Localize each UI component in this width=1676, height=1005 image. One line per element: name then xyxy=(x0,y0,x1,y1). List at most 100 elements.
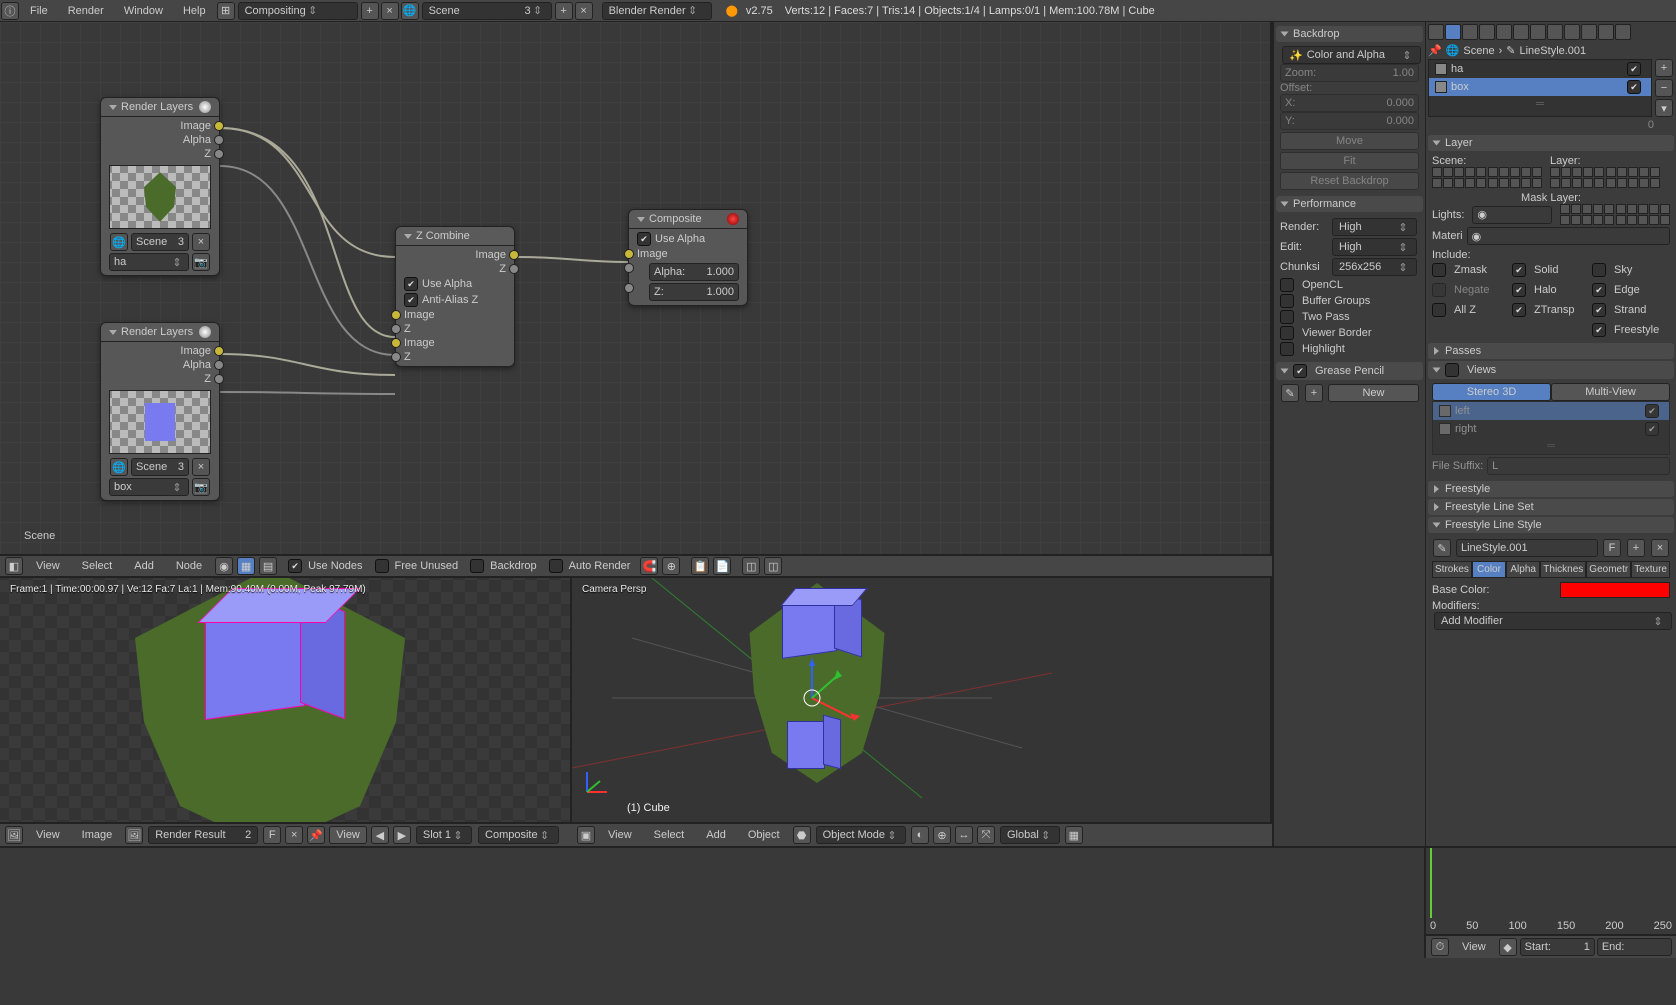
node-z-combine[interactable]: Z Combine Image Z Use Alpha Anti-Alias Z… xyxy=(395,226,515,367)
snap-target-icon[interactable]: ⊕ xyxy=(662,557,680,575)
scene-icon[interactable]: 🌐 xyxy=(401,2,419,20)
manipulator-icon[interactable] xyxy=(782,658,882,738)
socket-out[interactable] xyxy=(214,121,224,131)
paste-icon[interactable]: 📄 xyxy=(713,557,731,575)
passes-panel-header[interactable]: Passes xyxy=(1428,343,1674,359)
use-nodes-checkbox[interactable] xyxy=(288,559,302,573)
views-list[interactable]: left right ═ xyxy=(1432,401,1670,455)
view-enable-checkbox[interactable] xyxy=(1645,422,1659,436)
list-remove-icon[interactable]: − xyxy=(1655,79,1673,97)
view-enable-checkbox[interactable] xyxy=(1645,404,1659,418)
scene-del-icon[interactable]: × xyxy=(575,2,593,20)
manipulator-toggle-icon[interactable]: ↔ xyxy=(955,826,973,844)
tab-physics-icon[interactable] xyxy=(1615,24,1631,40)
scene-browse-icon[interactable]: 🌐 xyxy=(110,233,128,251)
playhead[interactable] xyxy=(1430,848,1432,918)
mode-icon[interactable]: ⬣ xyxy=(793,826,811,844)
node-editor[interactable]: Render Layers Image Alpha Z 🌐Scene3× ha⇕… xyxy=(0,22,1272,554)
freestyle-lineset-header[interactable]: Freestyle Line Set xyxy=(1428,499,1674,515)
allz-checkbox[interactable] xyxy=(1432,303,1446,317)
viewer-border-checkbox[interactable] xyxy=(1280,326,1294,340)
tab-color[interactable]: Color xyxy=(1472,561,1506,578)
tree-type-shader-icon[interactable]: ◉ xyxy=(215,557,233,575)
layer-field[interactable]: ha⇕ xyxy=(109,253,189,271)
sky-checkbox[interactable] xyxy=(1592,263,1606,277)
tab-data-icon[interactable] xyxy=(1547,24,1563,40)
next-icon[interactable]: ▶ xyxy=(393,826,411,844)
stereo-button[interactable]: Stereo 3D xyxy=(1432,383,1551,401)
menu-view[interactable]: View xyxy=(26,829,70,841)
gp-new-button[interactable]: New xyxy=(1328,384,1419,402)
image-editor[interactable]: Frame:1 | Time:00:00.97 | Ve:12 Fa:7 La:… xyxy=(0,578,572,822)
list-item[interactable]: left xyxy=(1433,402,1669,420)
views-mode-toggle[interactable]: Stereo 3DMulti-View xyxy=(1432,383,1670,401)
highlight-checkbox[interactable] xyxy=(1280,342,1294,356)
ztransp-checkbox[interactable] xyxy=(1512,303,1526,317)
menu-select[interactable]: Select xyxy=(72,560,123,572)
image-browse-icon[interactable]: 🖼 xyxy=(125,826,143,844)
unlink-icon[interactable]: × xyxy=(1651,539,1669,557)
marker-icon[interactable]: ◆ xyxy=(1499,938,1517,956)
offset-y-field[interactable]: Y:0.000 xyxy=(1280,112,1419,130)
socket-in[interactable] xyxy=(624,283,634,293)
pin-icon[interactable]: 📌 xyxy=(1428,44,1442,57)
list-grip[interactable]: ═ xyxy=(1429,96,1651,112)
list-grip[interactable]: ═ xyxy=(1433,438,1669,454)
info-icon[interactable]: ⓘ xyxy=(1,2,19,20)
list-item[interactable]: box xyxy=(1429,78,1651,96)
fake-user-button[interactable]: F xyxy=(263,826,281,844)
node-composite[interactable]: Composite Use Alpha Image Alpha:1.000 Z:… xyxy=(628,209,748,306)
tab-render-icon[interactable] xyxy=(1428,24,1444,40)
node-render-layers-2[interactable]: Render Layers Image Alpha Z 🌐Scene3× box… xyxy=(100,322,220,501)
layout-icon[interactable]: ⊞ xyxy=(217,2,235,20)
layer-field[interactable]: box⇕ xyxy=(109,478,189,496)
socket-out[interactable] xyxy=(214,374,224,384)
editor-type-icon[interactable]: ⏱ xyxy=(1431,938,1449,956)
scene-add-icon[interactable]: + xyxy=(555,2,573,20)
checkbox[interactable] xyxy=(404,293,418,307)
move-button[interactable]: Move xyxy=(1280,132,1419,150)
free-unused-checkbox[interactable] xyxy=(375,559,389,573)
end-frame-field[interactable]: End: xyxy=(1597,938,1672,956)
misc-icon[interactable]: ◫ xyxy=(764,557,782,575)
tab-texture[interactable]: Texture xyxy=(1631,561,1670,578)
add-modifier-dropdown[interactable]: Add Modifier⇕ xyxy=(1434,612,1672,630)
start-frame-field[interactable]: Start:1 xyxy=(1520,938,1595,956)
layer-panel-header[interactable]: Layer xyxy=(1428,135,1674,151)
unlink-icon[interactable]: × xyxy=(192,458,210,476)
socket-in[interactable] xyxy=(624,249,634,259)
socket-in[interactable] xyxy=(391,338,401,348)
freestyle-checkbox[interactable] xyxy=(1592,323,1606,337)
views-panel-header[interactable]: Views xyxy=(1428,361,1674,379)
fit-button[interactable]: Fit xyxy=(1280,152,1419,170)
menu-view[interactable]: View xyxy=(1452,941,1496,953)
layers-icon[interactable]: ▦ xyxy=(1065,826,1083,844)
tab-material-icon[interactable] xyxy=(1564,24,1580,40)
linestyle-name-field[interactable]: LineStyle.001 xyxy=(1456,539,1598,557)
socket-out[interactable] xyxy=(214,149,224,159)
mask-layers[interactable] xyxy=(1560,204,1670,225)
auto-render-checkbox[interactable] xyxy=(549,559,563,573)
tab-world-icon[interactable] xyxy=(1479,24,1495,40)
layer-layers[interactable] xyxy=(1550,167,1660,188)
scene-browse-icon[interactable]: 🌐 xyxy=(110,458,128,476)
linestyle-browse-icon[interactable]: ✎ xyxy=(1433,539,1451,557)
gp-add-icon[interactable]: + xyxy=(1305,384,1323,402)
copy-icon[interactable]: 📋 xyxy=(691,557,709,575)
buffer-groups-checkbox[interactable] xyxy=(1280,294,1294,308)
prev-icon[interactable]: ◀ xyxy=(371,826,389,844)
editor-type-icon[interactable]: ▣ xyxy=(577,826,595,844)
backdrop-panel-header[interactable]: Backdrop xyxy=(1276,26,1423,42)
socket-out[interactable] xyxy=(509,264,519,274)
tab-object-icon[interactable] xyxy=(1496,24,1512,40)
scene-field[interactable]: Scene3 xyxy=(131,458,189,476)
list-add-icon[interactable]: + xyxy=(1655,59,1673,77)
halo-checkbox[interactable] xyxy=(1512,283,1526,297)
performance-panel-header[interactable]: Performance xyxy=(1276,196,1423,212)
3d-viewport[interactable]: Camera Persp (1) Cube xyxy=(572,578,1272,822)
layer-enable-checkbox[interactable] xyxy=(1627,62,1641,76)
timeline[interactable]: 050100150200250 ⏱ View ◆ Start:1 End: xyxy=(1424,848,1676,958)
socket-in[interactable] xyxy=(391,310,401,320)
socket-in[interactable] xyxy=(624,263,634,273)
fake-user-button[interactable]: F xyxy=(1603,539,1621,557)
